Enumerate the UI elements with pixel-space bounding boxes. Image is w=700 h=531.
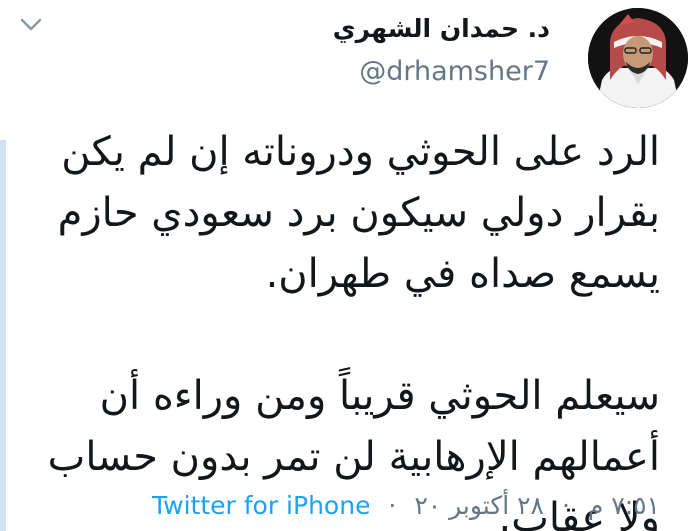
chevron-down-icon xyxy=(20,18,42,31)
meta-separator: · xyxy=(388,491,397,520)
tweet-text: الرد على الحوثي ودروناته إن لم يكن بقرار… xyxy=(30,122,660,531)
avatar-photo xyxy=(588,8,688,108)
tweet-meta: ٧:٥١ م · ٢٨ أكتوبر ٢٠ · Twitter for iPho… xyxy=(0,491,660,520)
scroll-edge-indicator xyxy=(0,140,6,531)
tweet-menu-button[interactable] xyxy=(18,12,44,38)
tweet-source-link[interactable]: Twitter for iPhone xyxy=(152,491,370,520)
avatar[interactable] xyxy=(588,8,688,108)
tweet-time[interactable]: ٧:٥١ م xyxy=(588,491,660,520)
tweet-paragraph: الرد على الحوثي ودروناته إن لم يكن بقرار… xyxy=(57,129,660,297)
author-name[interactable]: د. حمدان الشهري xyxy=(333,14,550,43)
tweet-date[interactable]: ٢٨ أكتوبر ٢٠ xyxy=(414,491,544,520)
author-handle[interactable]: @drhamsher7 xyxy=(359,56,550,87)
meta-separator: · xyxy=(561,491,570,520)
tweet-card: د. حمدان الشهري @drhamsher7 الرد على الح… xyxy=(0,0,700,531)
